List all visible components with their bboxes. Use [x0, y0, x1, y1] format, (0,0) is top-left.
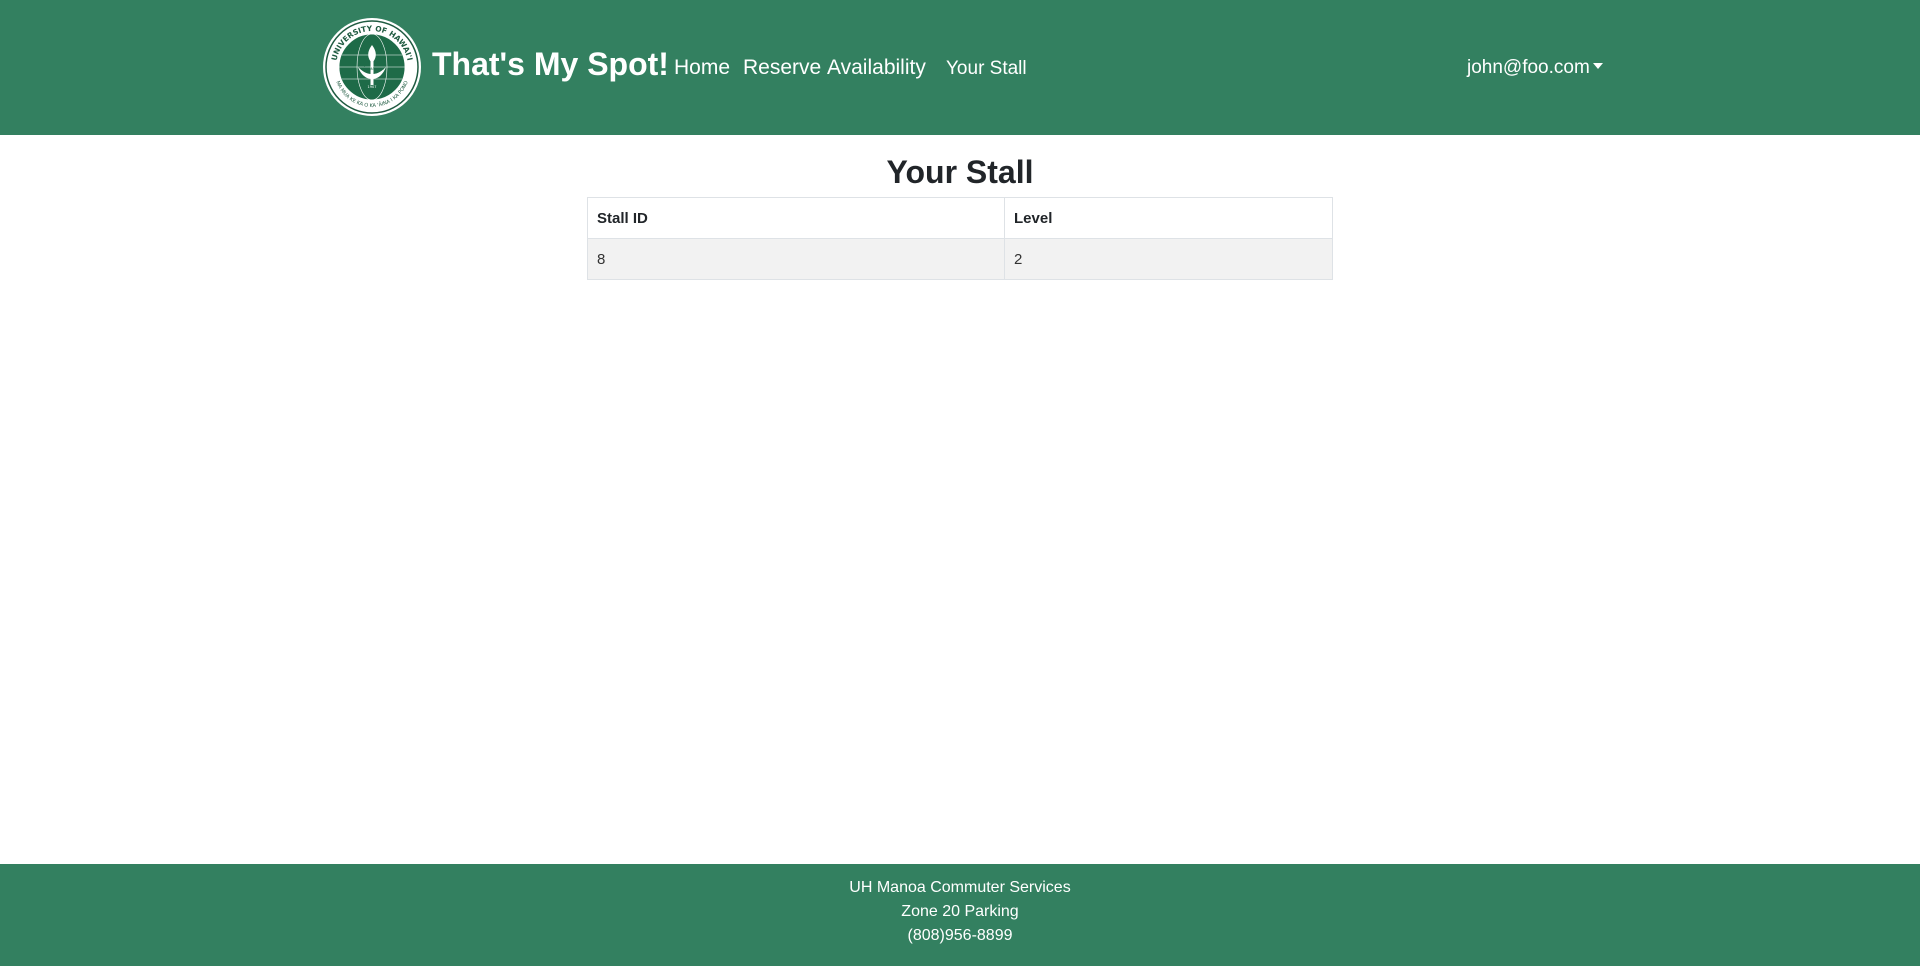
- university-seal-logo[interactable]: UNIVERSITY OF HAWAI'I MA MUA KE KA O KA …: [322, 17, 422, 117]
- nav-link-availability[interactable]: Availability: [827, 55, 926, 81]
- nav-link-your-stall[interactable]: Your Stall: [946, 56, 1027, 82]
- user-dropdown[interactable]: john@foo.com: [1467, 56, 1603, 80]
- table-header-row: Stall ID Level: [587, 197, 1333, 239]
- column-header-level: Level: [1004, 197, 1333, 239]
- footer-org: UH Manoa Commuter Services: [849, 879, 1071, 896]
- caret-down-icon: [1592, 63, 1603, 69]
- top-navbar: UNIVERSITY OF HAWAI'I MA MUA KE KA O KA …: [0, 0, 1920, 135]
- table-row: 8 2: [587, 238, 1333, 280]
- cell-level: 2: [1004, 238, 1333, 280]
- nav-link-home[interactable]: Home: [674, 55, 730, 81]
- cell-stall-id: 8: [587, 238, 1005, 280]
- column-header-stall-id: Stall ID: [587, 197, 1005, 239]
- page-title: Your Stall: [886, 154, 1034, 190]
- user-email: john@foo.com: [1467, 57, 1590, 78]
- footer-zone: Zone 20 Parking: [901, 903, 1019, 920]
- footer-phone: (808)956-8899: [907, 927, 1013, 944]
- brand-title[interactable]: That's My Spot!: [432, 44, 669, 84]
- footer: UH Manoa Commuter Services Zone 20 Parki…: [0, 864, 1920, 966]
- stall-table: Stall ID Level 8 2: [587, 197, 1333, 280]
- svg-text:1907: 1907: [368, 85, 377, 89]
- svg-text:MĀLAMALAMA: MĀLAMALAMA: [361, 66, 385, 71]
- nav-link-reserve[interactable]: Reserve: [743, 55, 821, 81]
